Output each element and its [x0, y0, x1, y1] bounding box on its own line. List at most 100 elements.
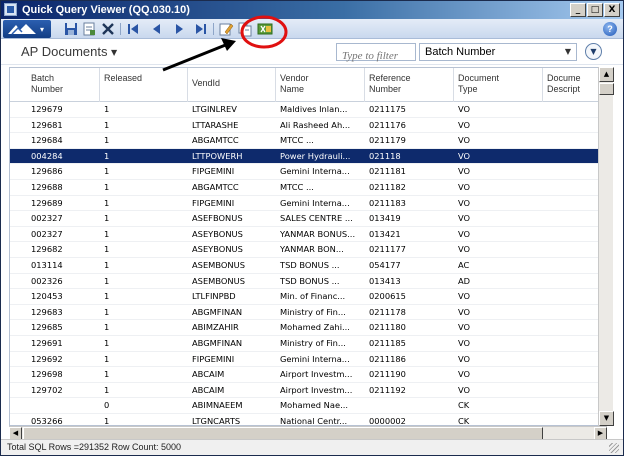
- table-row[interactable]: 053266 1 LTGNCARTS National Centr... 0000002…: [10, 414, 606, 426]
- cell-batch-number: 002327: [31, 213, 63, 224]
- cell-reference-number: 0211180: [369, 322, 406, 333]
- column-header-released[interactable]: Released: [100, 68, 188, 102]
- table-row[interactable]: 129682 1 ASEYBONUS YANMAR BON... 0211177 VO: [10, 242, 606, 258]
- help-icon[interactable]: ?: [603, 22, 617, 36]
- delete-icon[interactable]: [100, 21, 116, 37]
- column-header-reference-number[interactable]: Reference Number: [365, 68, 454, 102]
- cell-vendid: ASEYBONUS: [192, 228, 243, 239]
- maximize-button[interactable]: □: [587, 3, 603, 17]
- table-row[interactable]: 129688 1 ABGAMTCC MTCC ... 0211182 VO: [10, 180, 606, 196]
- cell-vendor-name: YANMAR BON...: [280, 244, 344, 255]
- cell-document-type: VO: [458, 353, 471, 364]
- cell-document-type: VO: [458, 338, 471, 348]
- cell-batch-number: 129681: [31, 119, 63, 130]
- app-menu-button[interactable]: ▾: [3, 20, 51, 38]
- table-row[interactable]: 002327 1 ASEFBONUS SALES CENTRE ... 013419 VO: [10, 211, 606, 227]
- cell-vendor-name: Ministry of Fin...: [280, 306, 346, 317]
- filter-input[interactable]: [337, 48, 415, 64]
- view-title[interactable]: AP Documents: [21, 44, 107, 59]
- cell-document-type: VO: [458, 384, 471, 395]
- view-dropdown-chevron-icon[interactable]: ▼: [111, 48, 117, 57]
- save-icon[interactable]: [63, 21, 79, 37]
- table-row[interactable]: 129698 1 ABCAIM Airport Investm... 0211190 VO: [10, 367, 606, 383]
- cell-document-type: VO: [458, 369, 471, 380]
- documents-grid[interactable]: Batch Number Released VendId Vendor Name…: [9, 67, 607, 426]
- column-header-vendid[interactable]: VendId: [188, 68, 276, 102]
- cell-document-type: VO: [458, 291, 471, 302]
- copy-icon[interactable]: [237, 21, 253, 37]
- table-row[interactable]: 129689 1 FIPGEMINI Gemini Interna... 0211183…: [10, 196, 606, 212]
- cell-reference-number: 0211185: [369, 338, 406, 348]
- table-row[interactable]: 013114 1 ASEMBONUS TSD BONUS ... 054177 AC: [10, 258, 606, 274]
- last-record-icon[interactable]: [193, 21, 209, 37]
- resize-grip-icon[interactable]: [609, 443, 619, 453]
- vertical-scroll-thumb[interactable]: [599, 83, 614, 95]
- column-header-vendor-name[interactable]: Vendor Name: [276, 68, 365, 102]
- table-row[interactable]: 002327 1 ASEYBONUS YANMAR BONUS... 013421 VO: [10, 227, 606, 243]
- previous-record-icon[interactable]: [148, 21, 164, 37]
- table-row[interactable]: 129685 1 ABIMZAHIR Mohamed Zahi... 0211180 VO: [10, 320, 606, 336]
- cell-vendid: ASEYBONUS: [192, 244, 243, 255]
- cell-document-type: AD: [458, 275, 471, 286]
- document-icon[interactable]: [81, 21, 97, 37]
- ribbon-toolbar: ▾ ?: [1, 19, 623, 39]
- cell-released: 1: [104, 291, 110, 302]
- cell-released: 1: [104, 322, 110, 333]
- table-row[interactable]: 129686 1 FIPGEMINI Gemini Interna... 0211181…: [10, 164, 606, 180]
- table-row[interactable]: 002326 1 ASEMBONUS TSD BONUS ... 013413 AD: [10, 274, 606, 290]
- table-row-selected[interactable]: 004284 1 LTTPOWERH Power Hydrauli... 021118 V…: [10, 148, 606, 165]
- filter-box[interactable]: [336, 43, 416, 64]
- cell-reference-number: 0211192: [369, 384, 406, 395]
- table-row[interactable]: 129691 1 ABGMFINAN Ministry of Fin... 021118…: [10, 336, 606, 352]
- filter-column-select[interactable]: Batch Number ▼: [419, 43, 577, 61]
- cell-batch-number: 129692: [31, 353, 63, 364]
- vertical-scrollbar[interactable]: ▲ ▼: [598, 67, 614, 426]
- cell-vendor-name: YANMAR BONUS...: [280, 228, 356, 239]
- scroll-down-icon[interactable]: ▼: [599, 411, 614, 426]
- cell-document-type: VO: [458, 104, 471, 114]
- table-row[interactable]: 0 ABIMNAEEM Mohamed Nae... CK: [10, 398, 606, 414]
- cell-document-type: VO: [458, 119, 471, 130]
- table-row[interactable]: 120453 1 LTLFINPBD Min. of Financ... 0200615…: [10, 289, 606, 305]
- cell-vendid: ABGAMTCC: [192, 182, 239, 192]
- cell-vendid: ABIMZAHIR: [192, 322, 239, 333]
- table-row[interactable]: 129681 1 LTTARASHE Ali Rasheed Ah... 0211176…: [10, 118, 606, 134]
- minimize-button[interactable]: _: [570, 3, 586, 17]
- table-row[interactable]: 129679 1 LTGINLREV Maldives Inlan... 0211175…: [10, 102, 606, 118]
- table-row[interactable]: 129702 1 ABCAIM Airport Investm... 0211192 VO: [10, 383, 606, 399]
- cell-reference-number: [365, 398, 454, 413]
- cell-vendor-name: Gemini Interna...: [280, 166, 350, 177]
- edit-icon[interactable]: [218, 21, 234, 37]
- cell-reference-number: 0211177: [369, 244, 406, 255]
- scroll-up-icon[interactable]: ▲: [599, 67, 614, 82]
- cell-vendid: FIPGEMINI: [192, 197, 235, 208]
- next-record-icon[interactable]: [171, 21, 187, 37]
- cell-vendor-name: Ministry of Fin...: [280, 338, 346, 348]
- table-row[interactable]: 129692 1 FIPGEMINI Gemini Interna... 0211186…: [10, 352, 606, 368]
- column-header-document-type[interactable]: Document Type: [454, 68, 543, 102]
- column-header-batch-number[interactable]: Batch Number: [10, 68, 100, 102]
- dropdown-arrow-icon[interactable]: ▼: [565, 47, 571, 56]
- cell-vendor-name: Airport Investm...: [280, 384, 353, 395]
- cell-vendor-name: Maldives Inlan...: [280, 104, 348, 114]
- cell-released: 1: [104, 182, 110, 192]
- close-button[interactable]: X: [604, 3, 620, 17]
- table-row[interactable]: 129684 1 ABGAMTCC MTCC ... 0211179 VO: [10, 133, 606, 149]
- cell-reference-number: 0000002: [369, 416, 406, 426]
- cell-batch-number: 129682: [31, 244, 63, 255]
- cell-reference-number: 013413: [369, 275, 401, 286]
- cell-batch-number: [10, 398, 100, 413]
- cell-vendid: FIPGEMINI: [192, 353, 235, 364]
- cell-released: 0: [104, 400, 110, 411]
- first-record-icon[interactable]: [125, 21, 141, 37]
- title-bar[interactable]: Quick Query Viewer (QQ.030.10) _ □ X: [1, 1, 623, 19]
- cell-reference-number: 0211183: [369, 197, 406, 208]
- cell-reference-number: 0211179: [369, 135, 406, 146]
- app-menu-icon: [8, 24, 36, 35]
- cell-vendor-name: TSD BONUS ...: [280, 260, 340, 270]
- table-row[interactable]: 129683 1 ABGMFINAN Ministry of Fin... 021117…: [10, 305, 606, 321]
- cell-vendid: LTGINLREV: [192, 104, 237, 114]
- export-to-excel-icon[interactable]: [257, 21, 273, 37]
- horizontal-scrollbar[interactable]: ◀ ▶: [9, 426, 607, 440]
- collapse-panel-button[interactable]: ▼: [585, 43, 602, 60]
